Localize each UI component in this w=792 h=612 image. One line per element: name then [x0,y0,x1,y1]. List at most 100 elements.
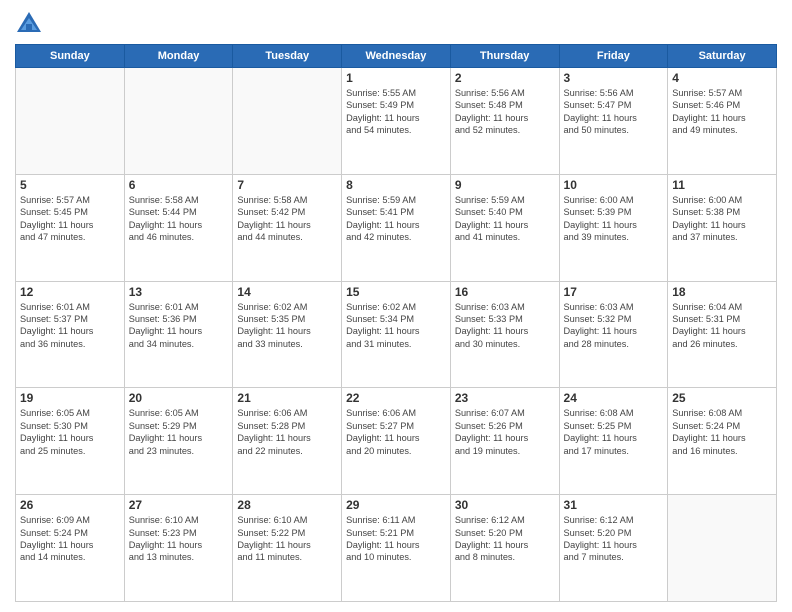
day-number: 22 [346,391,446,405]
day-number: 11 [672,178,772,192]
day-info: Sunrise: 6:04 AM Sunset: 5:31 PM Dayligh… [672,301,772,351]
calendar-cell: 16 Sunrise: 6:03 AM Sunset: 5:33 PM Dayli… [450,281,559,388]
weekday-header-wednesday: Wednesday [342,45,451,68]
day-number: 17 [564,285,664,299]
logo-icon [15,10,43,38]
calendar-cell: 18 Sunrise: 6:04 AM Sunset: 5:31 PM Dayli… [668,281,777,388]
logo [15,10,47,38]
weekday-header-thursday: Thursday [450,45,559,68]
day-number: 13 [129,285,229,299]
calendar-cell: 11 Sunrise: 6:00 AM Sunset: 5:38 PM Dayli… [668,174,777,281]
day-number: 9 [455,178,555,192]
day-number: 5 [20,178,120,192]
day-info: Sunrise: 6:06 AM Sunset: 5:27 PM Dayligh… [346,407,446,457]
day-number: 20 [129,391,229,405]
day-number: 12 [20,285,120,299]
day-number: 28 [237,498,337,512]
day-info: Sunrise: 6:02 AM Sunset: 5:35 PM Dayligh… [237,301,337,351]
page: SundayMondayTuesdayWednesdayThursdayFrid… [0,0,792,612]
calendar-cell: 13 Sunrise: 6:01 AM Sunset: 5:36 PM Dayli… [124,281,233,388]
day-info: Sunrise: 6:01 AM Sunset: 5:37 PM Dayligh… [20,301,120,351]
calendar-cell: 19Sunrise: 6:05 AM Sunset: 5:30 PM Dayli… [16,388,125,495]
day-info: Sunrise: 6:07 AM Sunset: 5:26 PM Dayligh… [455,407,555,457]
calendar-cell: 31 Sunrise: 6:12 AM Sunset: 5:20 PM Dayli… [559,495,668,602]
day-info: Sunrise: 6:02 AM Sunset: 5:34 PM Dayligh… [346,301,446,351]
day-info: Sunrise: 5:56 AM Sunset: 5:48 PM Dayligh… [455,87,555,137]
day-info: Sunrise: 5:58 AM Sunset: 5:42 PM Dayligh… [237,194,337,244]
day-info: Sunrise: 6:06 AM Sunset: 5:28 PM Dayligh… [237,407,337,457]
day-info: Sunrise: 6:09 AM Sunset: 5:24 PM Dayligh… [20,514,120,564]
calendar-cell: 9Sunrise: 5:59 AM Sunset: 5:40 PM Daylig… [450,174,559,281]
day-number: 26 [20,498,120,512]
week-row-1: 5 Sunrise: 5:57 AM Sunset: 5:45 PM Daylig… [16,174,777,281]
calendar-cell: 10Sunrise: 6:00 AM Sunset: 5:39 PM Dayli… [559,174,668,281]
weekday-header-sunday: Sunday [16,45,125,68]
calendar-cell: 14 Sunrise: 6:02 AM Sunset: 5:35 PM Dayli… [233,281,342,388]
day-number: 14 [237,285,337,299]
day-info: Sunrise: 6:10 AM Sunset: 5:23 PM Dayligh… [129,514,229,564]
calendar-cell: 21Sunrise: 6:06 AM Sunset: 5:28 PM Dayli… [233,388,342,495]
calendar-cell: 1Sunrise: 5:55 AM Sunset: 5:49 PM Daylig… [342,68,451,175]
calendar-cell: 26 Sunrise: 6:09 AM Sunset: 5:24 PM Dayli… [16,495,125,602]
day-number: 31 [564,498,664,512]
day-info: Sunrise: 5:59 AM Sunset: 5:41 PM Dayligh… [346,194,446,244]
day-number: 4 [672,71,772,85]
day-number: 30 [455,498,555,512]
day-info: Sunrise: 6:11 AM Sunset: 5:21 PM Dayligh… [346,514,446,564]
day-info: Sunrise: 5:55 AM Sunset: 5:49 PM Dayligh… [346,87,446,137]
calendar-cell [233,68,342,175]
day-number: 24 [564,391,664,405]
day-info: Sunrise: 6:12 AM Sunset: 5:20 PM Dayligh… [564,514,664,564]
calendar-cell: 22 Sunrise: 6:06 AM Sunset: 5:27 PM Dayli… [342,388,451,495]
calendar-cell: 3 Sunrise: 5:56 AM Sunset: 5:47 PM Daylig… [559,68,668,175]
calendar-cell: 4 Sunrise: 5:57 AM Sunset: 5:46 PM Daylig… [668,68,777,175]
weekday-header-monday: Monday [124,45,233,68]
day-number: 8 [346,178,446,192]
calendar-cell [124,68,233,175]
day-number: 7 [237,178,337,192]
day-info: Sunrise: 6:10 AM Sunset: 5:22 PM Dayligh… [237,514,337,564]
day-info: Sunrise: 6:08 AM Sunset: 5:25 PM Dayligh… [564,407,664,457]
day-info: Sunrise: 6:03 AM Sunset: 5:32 PM Dayligh… [564,301,664,351]
calendar-cell: 2 Sunrise: 5:56 AM Sunset: 5:48 PM Daylig… [450,68,559,175]
day-number: 16 [455,285,555,299]
day-info: Sunrise: 6:08 AM Sunset: 5:24 PM Dayligh… [672,407,772,457]
calendar-cell [668,495,777,602]
day-info: Sunrise: 5:57 AM Sunset: 5:45 PM Dayligh… [20,194,120,244]
calendar-cell: 17 Sunrise: 6:03 AM Sunset: 5:32 PM Dayli… [559,281,668,388]
calendar-cell: 25 Sunrise: 6:08 AM Sunset: 5:24 PM Dayli… [668,388,777,495]
calendar-cell [16,68,125,175]
day-info: Sunrise: 5:57 AM Sunset: 5:46 PM Dayligh… [672,87,772,137]
header [15,10,777,38]
calendar-cell: 29Sunrise: 6:11 AM Sunset: 5:21 PM Dayli… [342,495,451,602]
day-info: Sunrise: 5:58 AM Sunset: 5:44 PM Dayligh… [129,194,229,244]
weekday-header-friday: Friday [559,45,668,68]
day-info: Sunrise: 6:03 AM Sunset: 5:33 PM Dayligh… [455,301,555,351]
day-info: Sunrise: 6:05 AM Sunset: 5:30 PM Dayligh… [20,407,120,457]
day-number: 23 [455,391,555,405]
calendar-cell: 15Sunrise: 6:02 AM Sunset: 5:34 PM Dayli… [342,281,451,388]
calendar-cell: 28 Sunrise: 6:10 AM Sunset: 5:22 PM Dayli… [233,495,342,602]
day-number: 3 [564,71,664,85]
calendar-cell: 5 Sunrise: 5:57 AM Sunset: 5:45 PM Daylig… [16,174,125,281]
calendar-table: SundayMondayTuesdayWednesdayThursdayFrid… [15,44,777,602]
day-info: Sunrise: 6:05 AM Sunset: 5:29 PM Dayligh… [129,407,229,457]
week-row-2: 12 Sunrise: 6:01 AM Sunset: 5:37 PM Dayli… [16,281,777,388]
calendar-cell: 20 Sunrise: 6:05 AM Sunset: 5:29 PM Dayli… [124,388,233,495]
day-number: 25 [672,391,772,405]
day-info: Sunrise: 5:56 AM Sunset: 5:47 PM Dayligh… [564,87,664,137]
day-info: Sunrise: 6:00 AM Sunset: 5:39 PM Dayligh… [564,194,664,244]
day-number: 18 [672,285,772,299]
day-info: Sunrise: 6:00 AM Sunset: 5:38 PM Dayligh… [672,194,772,244]
calendar-cell: 23 Sunrise: 6:07 AM Sunset: 5:26 PM Dayli… [450,388,559,495]
calendar-cell: 6Sunrise: 5:58 AM Sunset: 5:44 PM Daylig… [124,174,233,281]
day-info: Sunrise: 6:01 AM Sunset: 5:36 PM Dayligh… [129,301,229,351]
week-row-4: 26 Sunrise: 6:09 AM Sunset: 5:24 PM Dayli… [16,495,777,602]
day-number: 2 [455,71,555,85]
weekday-header-row: SundayMondayTuesdayWednesdayThursdayFrid… [16,45,777,68]
day-info: Sunrise: 6:12 AM Sunset: 5:20 PM Dayligh… [455,514,555,564]
weekday-header-tuesday: Tuesday [233,45,342,68]
day-number: 27 [129,498,229,512]
calendar-cell: 30 Sunrise: 6:12 AM Sunset: 5:20 PM Dayli… [450,495,559,602]
weekday-header-saturday: Saturday [668,45,777,68]
